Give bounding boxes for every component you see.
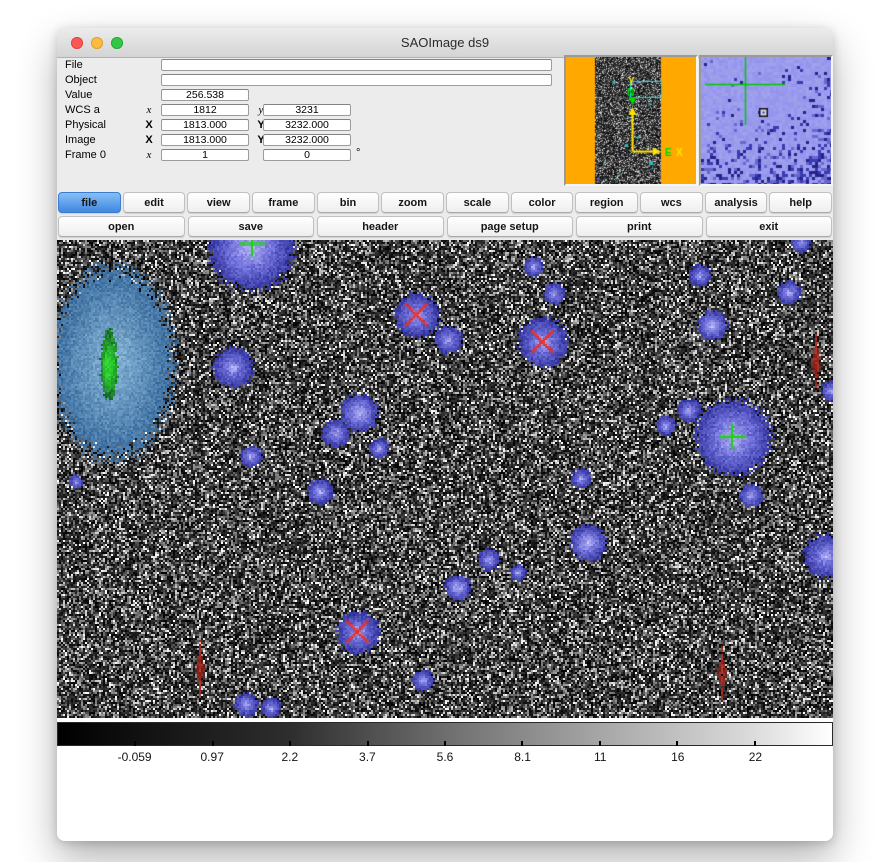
wcs-label: WCS a <box>65 104 147 116</box>
menu-button-region[interactable]: region <box>575 192 638 213</box>
colorbar-tick-label: 16 <box>671 750 684 764</box>
menu-button-color[interactable]: color <box>511 192 574 213</box>
menu-button-zoom[interactable]: zoom <box>381 192 444 213</box>
wcs-x-field[interactable]: 1812 <box>161 104 249 116</box>
value-field[interactable]: 256.538 <box>161 89 249 101</box>
magnifier-canvas[interactable] <box>701 57 831 184</box>
menu-button-wcs[interactable]: wcs <box>640 192 703 213</box>
frame-label: Frame 0 <box>65 149 147 161</box>
frame-zoom-field[interactable]: 1 <box>161 149 249 161</box>
panner-frame <box>564 55 698 186</box>
exit-button[interactable]: exit <box>706 216 833 237</box>
colorbar-tick <box>212 741 214 746</box>
colorbar-gradient[interactable] <box>57 722 833 746</box>
save-button[interactable]: save <box>188 216 315 237</box>
menu-button-view[interactable]: view <box>187 192 250 213</box>
image-x-field[interactable]: 1813.000 <box>161 134 249 146</box>
colorbar-tick <box>289 741 291 746</box>
wcs-y-field[interactable]: 3231 <box>263 104 351 116</box>
file-field[interactable] <box>161 59 552 71</box>
colorbar-tick <box>754 741 756 746</box>
file-label: File <box>65 59 147 71</box>
colorbar-tick-label: -0.059 <box>118 750 152 764</box>
colorbar-tick <box>134 741 136 746</box>
title-bar[interactable]: SAOImage ds9 <box>57 28 833 58</box>
frame-x-sublabel: x <box>141 149 157 161</box>
physical-x-field[interactable]: 1813.000 <box>161 119 249 131</box>
print-button[interactable]: print <box>576 216 703 237</box>
ds9-window: SAOImage ds9 File Object Value 256.538 W… <box>57 28 833 841</box>
physical-label: Physical <box>65 119 147 131</box>
menu-button-edit[interactable]: edit <box>123 192 186 213</box>
colorbar-tick <box>521 741 523 746</box>
wcs-x-sublabel: x <box>141 104 157 116</box>
object-field[interactable] <box>161 74 552 86</box>
physical-y-field[interactable]: 3232.000 <box>263 119 351 131</box>
physical-x-sublabel: X <box>141 119 157 131</box>
menu-button-scale[interactable]: scale <box>446 192 509 213</box>
image-x-sublabel: X <box>141 134 157 146</box>
colorbar-tick-label: 3.7 <box>359 750 376 764</box>
action-bar: open save header page setup print exit <box>57 216 833 237</box>
value-label: Value <box>65 89 147 101</box>
magnifier-frame <box>699 55 833 186</box>
colorbar-labels: -0.059 0.97 2.2 3.7 5.6 8.1 11 16 22 <box>57 750 833 770</box>
main-image-canvas[interactable] <box>57 240 833 718</box>
colorbar-tick-label: 8.1 <box>514 750 531 764</box>
window-title: SAOImage ds9 <box>57 28 833 58</box>
colorbar-tick <box>599 741 601 746</box>
colorbar-tick-label: 5.6 <box>437 750 454 764</box>
page: { "window": { "title": "SAOImage ds9" },… <box>0 0 889 862</box>
menu-button-file[interactable]: file <box>58 192 121 213</box>
colorbar-tick-label: 11 <box>594 750 606 764</box>
colorbar-tick <box>676 741 678 746</box>
menu-button-help[interactable]: help <box>769 192 832 213</box>
colorbar-tick-label: 2.2 <box>281 750 298 764</box>
frame-angle-field[interactable]: 0 <box>263 149 351 161</box>
colorbar-tick-label: 0.97 <box>201 750 224 764</box>
object-label: Object <box>65 74 147 86</box>
image-y-field[interactable]: 3232.000 <box>263 134 351 146</box>
colorbar-tick <box>367 741 369 746</box>
page-setup-button[interactable]: page setup <box>447 216 574 237</box>
open-button[interactable]: open <box>58 216 185 237</box>
menu-bar: file edit view frame bin zoom scale colo… <box>57 192 833 213</box>
menu-button-frame[interactable]: frame <box>252 192 315 213</box>
menu-button-bin[interactable]: bin <box>317 192 380 213</box>
colorbar-tick <box>444 741 446 746</box>
header-button[interactable]: header <box>317 216 444 237</box>
degree-suffix: ° <box>356 147 360 159</box>
panner-canvas[interactable] <box>566 57 696 184</box>
image-label: Image <box>65 134 147 146</box>
colorbar-tick-label: 22 <box>749 750 762 764</box>
menu-button-analysis[interactable]: analysis <box>705 192 768 213</box>
